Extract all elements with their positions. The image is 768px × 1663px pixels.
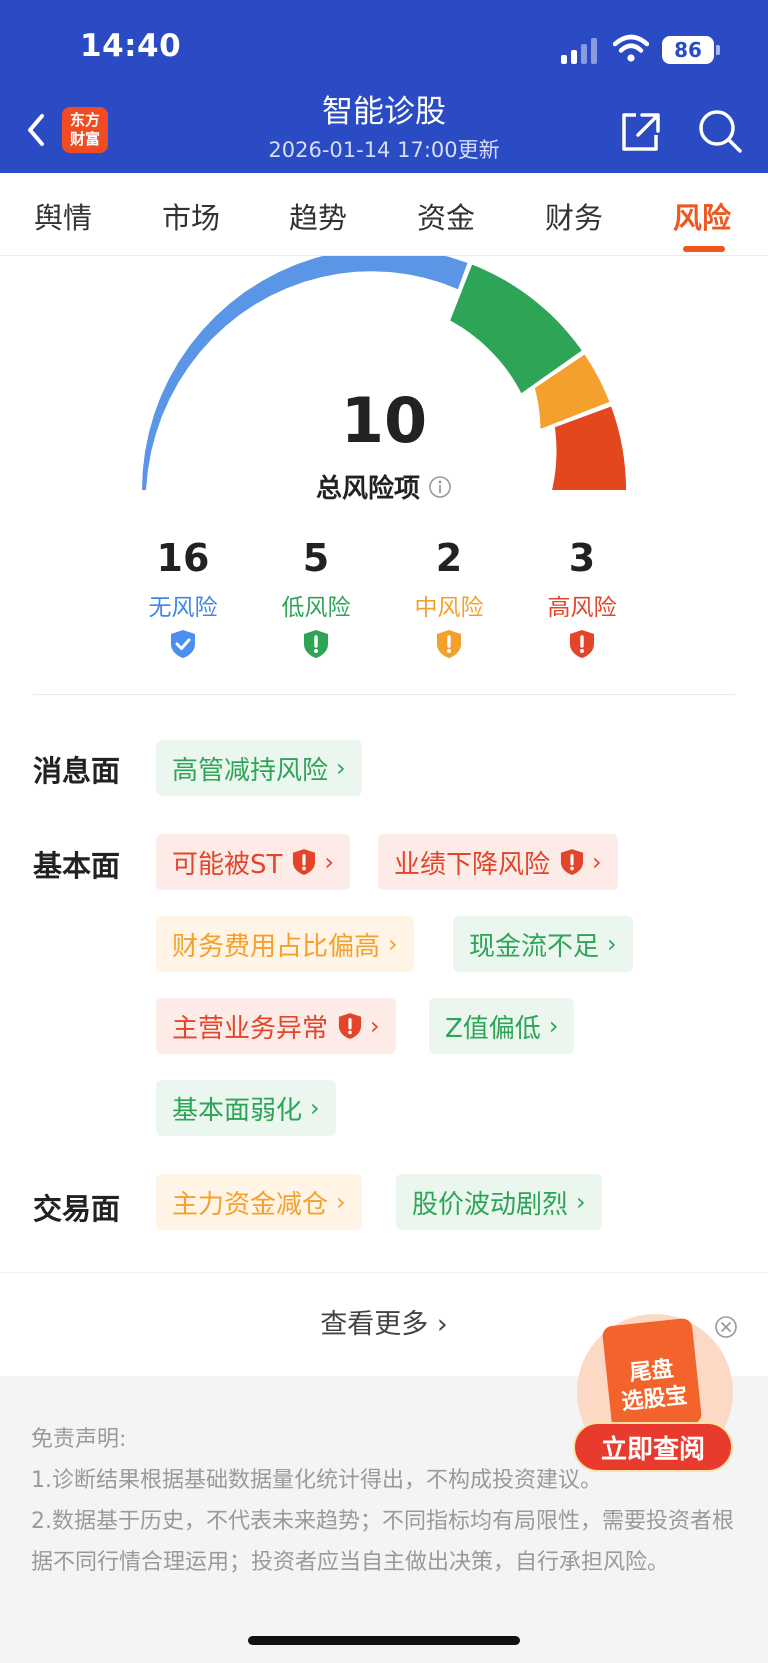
section-label-fundamental: 基本面 — [33, 849, 121, 883]
risk-gauge — [142, 256, 626, 490]
disclaimer-line: 2.数据基于历史，不代表未来趋势；不同指标均有局限性，需要投资者根据不同行情合理… — [31, 1509, 734, 1575]
section-label-trading: 交易面 — [33, 1192, 121, 1226]
count-mid-risk: 2 中风险 — [389, 535, 509, 659]
chevron-right-icon: › — [592, 848, 602, 876]
risk-tag[interactable]: Z值偏低 › — [429, 998, 575, 1054]
chevron-right-icon: › — [576, 1188, 586, 1216]
cellular-signal-icon — [561, 36, 601, 64]
section-divider — [0, 1272, 768, 1273]
count-value: 16 — [156, 536, 210, 580]
risk-tag[interactable]: 现金流不足 › — [453, 916, 633, 972]
risk-tag[interactable]: 主力资金减仓 › — [156, 1174, 362, 1230]
close-icon[interactable] — [714, 1315, 738, 1339]
count-no-risk: 16 无风险 — [123, 535, 243, 659]
count-value: 3 — [568, 536, 596, 580]
total-risk-label-row: 总风险项 — [0, 468, 768, 505]
count-label: 无风险 — [148, 595, 218, 621]
wifi-icon — [613, 34, 649, 62]
tab-risk[interactable]: 风险 — [673, 195, 731, 237]
count-high-risk: 3 高风险 — [522, 535, 642, 659]
count-label: 低风险 — [281, 595, 351, 621]
tab-trend[interactable]: 趋势 — [289, 195, 347, 237]
risk-tag[interactable]: 财务费用占比偏高 › — [156, 916, 414, 972]
risk-tag[interactable]: 基本面弱化 › — [156, 1080, 336, 1136]
active-tab-indicator — [683, 246, 725, 252]
chevron-right-icon: › — [310, 1094, 320, 1122]
count-label: 中风险 — [414, 595, 484, 621]
section-divider — [33, 694, 735, 695]
shield-warning-icon — [304, 630, 328, 658]
total-risk-count: 10 — [340, 384, 428, 457]
count-value: 5 — [302, 536, 330, 580]
shield-warning-icon — [338, 1013, 362, 1039]
search-icon[interactable] — [696, 107, 744, 155]
chevron-right-icon: › — [370, 1012, 380, 1040]
battery-indicator: 86 — [662, 36, 720, 64]
risk-tag[interactable]: 主营业务异常 › — [156, 998, 396, 1054]
tab-funds[interactable]: 资金 — [417, 195, 475, 237]
chevron-right-icon: › — [336, 754, 346, 782]
shield-warning-icon — [293, 849, 316, 875]
shield-warning-icon — [560, 849, 584, 875]
count-value: 2 — [435, 536, 463, 580]
chevron-right-icon: › — [336, 1188, 346, 1216]
section-label-news: 消息面 — [33, 754, 121, 788]
risk-tag[interactable]: 股价波动剧烈 › — [396, 1174, 602, 1230]
chevron-right-icon: › — [548, 1012, 559, 1040]
share-icon[interactable] — [616, 107, 664, 155]
home-indicator — [248, 1636, 520, 1645]
tab-market[interactable]: 市场 — [162, 195, 220, 237]
count-low-risk: 5 低风险 — [256, 535, 376, 659]
chevron-right-icon: › — [428, 1309, 448, 1340]
tab-finance[interactable]: 财务 — [545, 195, 603, 237]
app-header: 14:40 86 东方 财富 智能诊股 2026-01-14 17:00更新 — [0, 0, 768, 173]
shield-check-icon — [171, 630, 195, 658]
chevron-right-icon: › — [388, 930, 398, 958]
ad-view-button[interactable]: 立即查阅 — [573, 1422, 733, 1472]
shield-warning-icon — [437, 630, 461, 658]
chevron-right-icon: › — [607, 930, 617, 958]
shield-warning-icon — [570, 630, 594, 658]
tab-sentiment[interactable]: 舆情 — [34, 195, 92, 237]
info-icon[interactable] — [428, 475, 452, 499]
status-time: 14:40 — [80, 28, 182, 64]
ad-card: 尾盘 选股宝 — [601, 1317, 703, 1433]
risk-tag[interactable]: 业绩下降风险 › — [378, 834, 618, 890]
chevron-right-icon: › — [324, 848, 334, 876]
count-label: 高风险 — [547, 595, 617, 621]
risk-tag[interactable]: 高管减持风险 › — [156, 740, 362, 796]
category-tabs: 舆情 市场 趋势 资金 财务 风险 — [0, 173, 768, 256]
total-risk-label: 总风险项 — [315, 474, 420, 504]
risk-tag[interactable]: 可能被ST › — [156, 834, 350, 890]
